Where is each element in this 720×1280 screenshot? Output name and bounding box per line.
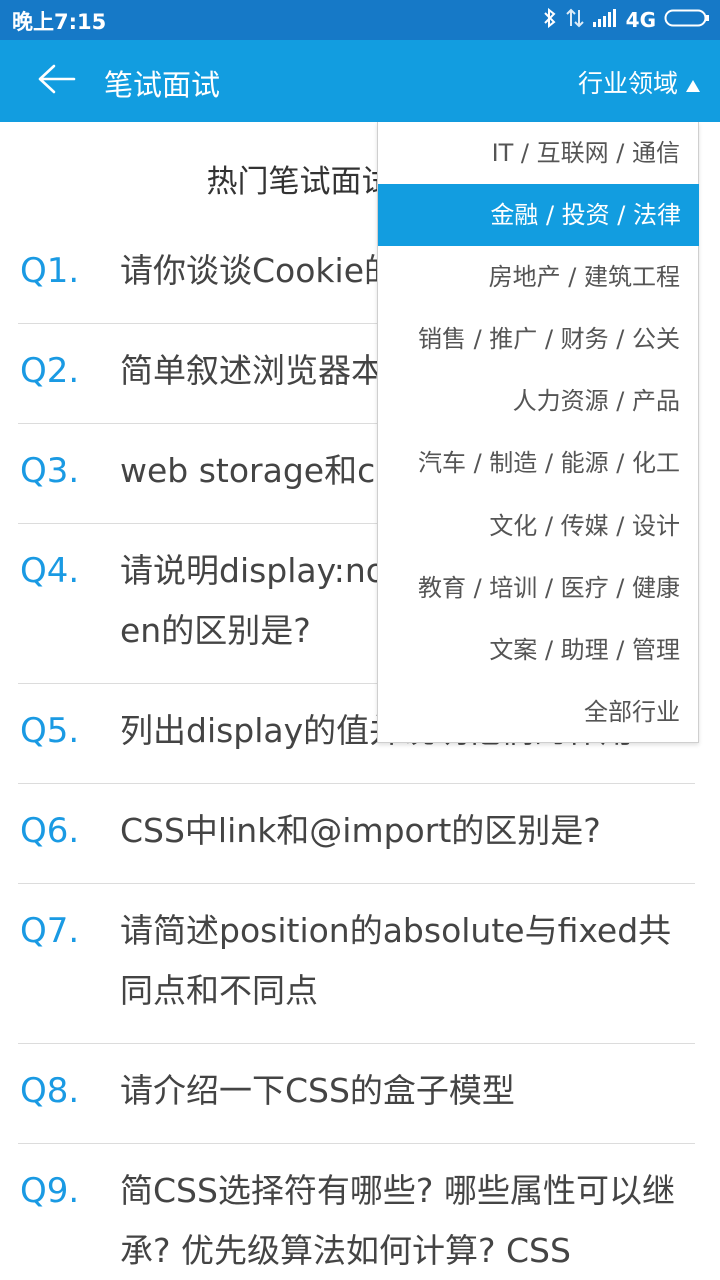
question-text: 请简述position的absolute与fixed共同点和不同点	[120, 911, 672, 1010]
back-button[interactable]	[28, 58, 84, 104]
question-number: Q1.	[20, 251, 80, 291]
menu-item-it[interactable]: IT / 互联网 / 通信	[378, 122, 698, 184]
menu-item-finance[interactable]: 金融 / 投资 / 法律	[378, 184, 699, 247]
question-text: 简CSS选择符有哪些? 哪些属性可以继承? 优先级算法如何计算? CSS	[120, 1171, 675, 1270]
network-type: 4G	[625, 8, 656, 32]
status-icons: 4G	[542, 4, 710, 36]
menu-item-sales[interactable]: 销售 / 推广 / 财务 / 公关	[378, 308, 698, 370]
menu-item-all[interactable]: 全部行业	[378, 681, 698, 743]
status-time: 晚上7:15	[12, 10, 107, 34]
industry-dropdown-menu: IT / 互联网 / 通信 金融 / 投资 / 法律 房地产 / 建筑工程 销售…	[377, 122, 699, 743]
question-number: Q3.	[20, 451, 80, 491]
signal-icon	[592, 8, 618, 32]
question-item[interactable]: Q9. 简CSS选择符有哪些? 哪些属性可以继承? 优先级算法如何计算? CSS	[18, 1144, 695, 1280]
menu-item-culture[interactable]: 文化 / 传媒 / 设计	[378, 495, 698, 557]
page-title: 笔试面试	[104, 68, 221, 102]
question-number: Q2.	[20, 351, 80, 391]
question-number: Q8.	[20, 1071, 80, 1111]
menu-item-education[interactable]: 教育 / 培训 / 医疗 / 健康	[378, 557, 698, 619]
industry-label: 行业领域	[577, 69, 678, 98]
app-bar: 笔试面试 行业领域	[0, 40, 720, 122]
menu-item-copywriting[interactable]: 文案 / 助理 / 管理	[378, 619, 698, 681]
question-text: 请介绍一下CSS的盒子模型	[120, 1071, 515, 1110]
status-bar: 晚上7:15 4G	[0, 0, 720, 40]
question-item[interactable]: Q6. CSS中link和@import的区别是?	[18, 784, 695, 884]
question-number: Q6.	[20, 811, 80, 851]
data-transfer-icon	[565, 7, 584, 33]
question-number: Q4.	[20, 551, 80, 591]
question-number: Q7.	[20, 911, 80, 951]
menu-item-automotive[interactable]: 汽车 / 制造 / 能源 / 化工	[378, 432, 698, 494]
question-number: Q9.	[20, 1171, 80, 1211]
menu-item-hr[interactable]: 人力资源 / 产品	[378, 370, 698, 432]
caret-down-icon	[686, 80, 700, 92]
industry-dropdown-button[interactable]: 行业领域	[578, 64, 700, 100]
arrow-left-icon	[36, 63, 76, 99]
question-item[interactable]: Q7. 请简述position的absolute与fixed共同点和不同点	[18, 884, 695, 1044]
question-item[interactable]: Q8. 请介绍一下CSS的盒子模型	[18, 1044, 695, 1144]
bluetooth-icon	[542, 7, 558, 33]
menu-item-real-estate[interactable]: 房地产 / 建筑工程	[378, 246, 698, 308]
battery-icon	[664, 7, 710, 33]
question-text: CSS中link和@import的区别是?	[120, 811, 601, 850]
question-number: Q5.	[20, 711, 80, 751]
